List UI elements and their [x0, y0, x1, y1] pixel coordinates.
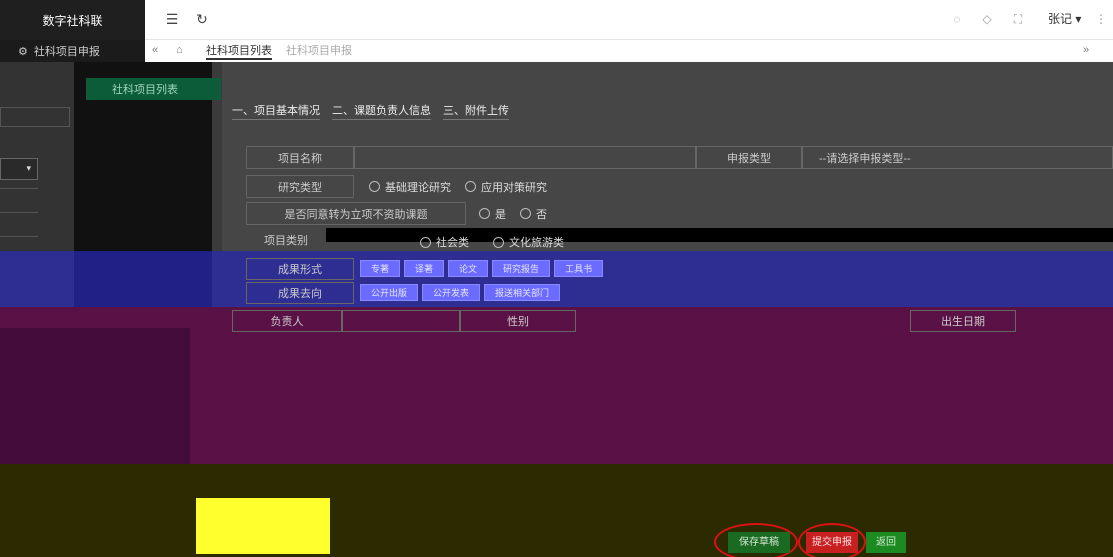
result-direction-chips: 公开出版 公开发表 报送相关部门 [360, 284, 564, 301]
section-tab-leader[interactable]: 二、课题负责人信息 [332, 102, 431, 120]
tab-project-list[interactable]: 社科项目列表 [206, 42, 272, 60]
result-chip-report[interactable]: 研究报告 [492, 260, 551, 277]
divider [0, 212, 38, 213]
tabs-prev-icon[interactable]: « [152, 44, 158, 56]
tab-project-apply[interactable]: 社科项目申报 [286, 42, 352, 58]
result-direction-label: 成果去向 [246, 282, 354, 304]
research-option-applied[interactable]: 应用对策研究 [465, 179, 547, 195]
result-chip-monograph[interactable]: 专著 [360, 260, 401, 277]
refresh-icon[interactable]: ↻ [192, 9, 212, 29]
category-option-culture[interactable]: 文化旅游类 [493, 234, 564, 250]
category-options: 社会类 文化旅游类 [420, 234, 578, 250]
transfer-option-yes[interactable]: 是 [479, 206, 506, 222]
filter-box [0, 107, 70, 127]
result-chip-paper[interactable]: 论文 [448, 260, 489, 277]
result-chip-translation[interactable]: 译著 [404, 260, 445, 277]
apply-type-label: 申报类型 [696, 146, 802, 169]
app-brand: 数字社科联 [0, 0, 145, 40]
section-tabs: 一、项目基本情况 二、课题负责人信息 三、附件上传 [232, 102, 509, 120]
transfer-options: 是 否 [466, 202, 1113, 225]
filter-select[interactable]: ▾ [0, 158, 38, 180]
direction-chip-report[interactable]: 报送相关部门 [484, 284, 561, 301]
birth-label: 出生日期 [910, 310, 1016, 332]
theme-icon[interactable]: ◌ [947, 9, 967, 29]
direction-chip-journal[interactable]: 公开发表 [422, 284, 481, 301]
project-name-label: 项目名称 [246, 146, 354, 169]
leader-label: 负责人 [232, 310, 342, 332]
tag-icon[interactable]: ◇ [977, 9, 997, 29]
transfer-option-no[interactable]: 否 [520, 206, 547, 222]
transfer-label: 是否同意转为立项不资助课题 [246, 202, 466, 225]
research-type-label: 研究类型 [246, 175, 354, 198]
result-rows-shade [74, 251, 212, 307]
gender-label: 性别 [460, 310, 576, 332]
tabs-next-icon[interactable]: » [1083, 44, 1089, 56]
back-button[interactable]: 返回 [866, 532, 906, 553]
apply-type-select[interactable]: --请选择申报类型-- [802, 146, 1113, 169]
category-label: 项目类别 [264, 234, 308, 247]
sidebar-menu-title[interactable]: ⚙ 社科项目申报 [0, 40, 145, 62]
leader-section-shade [0, 328, 190, 464]
result-form-chips: 专著 译著 论文 研究报告 工具书 [360, 260, 607, 277]
fullscreen-icon[interactable]: ⛶ [1008, 9, 1028, 29]
home-icon[interactable]: ⌂ [176, 44, 183, 56]
sidebar-item-project-list[interactable]: 社科项目列表 [86, 78, 221, 100]
section-tab-basic[interactable]: 一、项目基本情况 [232, 102, 320, 120]
gear-icon: ⚙ [18, 45, 28, 58]
research-type-options: 基础理论研究 应用对策研究 [354, 175, 1113, 198]
tabs-bar [0, 40, 1113, 62]
highlight-block [196, 498, 330, 554]
divider [0, 236, 38, 237]
divider [0, 188, 38, 189]
footer-area [0, 464, 1113, 557]
result-form-label: 成果形式 [246, 258, 354, 280]
save-draft-button[interactable]: 保存草稿 [728, 532, 790, 553]
menu-toggle-icon[interactable]: ☰ [162, 9, 182, 29]
section-tab-attachments[interactable]: 三、附件上传 [443, 102, 509, 120]
direction-chip-publish[interactable]: 公开出版 [360, 284, 419, 301]
more-icon[interactable]: ⋮ [1091, 9, 1111, 29]
category-option-social[interactable]: 社会类 [420, 234, 469, 250]
top-bar: ☰ ↻ ◌ ◇ ⛶ 张记 ▾ ⋮ [145, 0, 1113, 40]
user-menu[interactable]: 张记 ▾ [1048, 10, 1081, 27]
submit-button[interactable]: 提交申报 [806, 532, 858, 553]
result-chip-reference[interactable]: 工具书 [554, 260, 604, 277]
project-name-input[interactable] [354, 146, 696, 169]
research-option-basic[interactable]: 基础理论研究 [369, 179, 451, 195]
leader-input[interactable] [342, 310, 460, 332]
